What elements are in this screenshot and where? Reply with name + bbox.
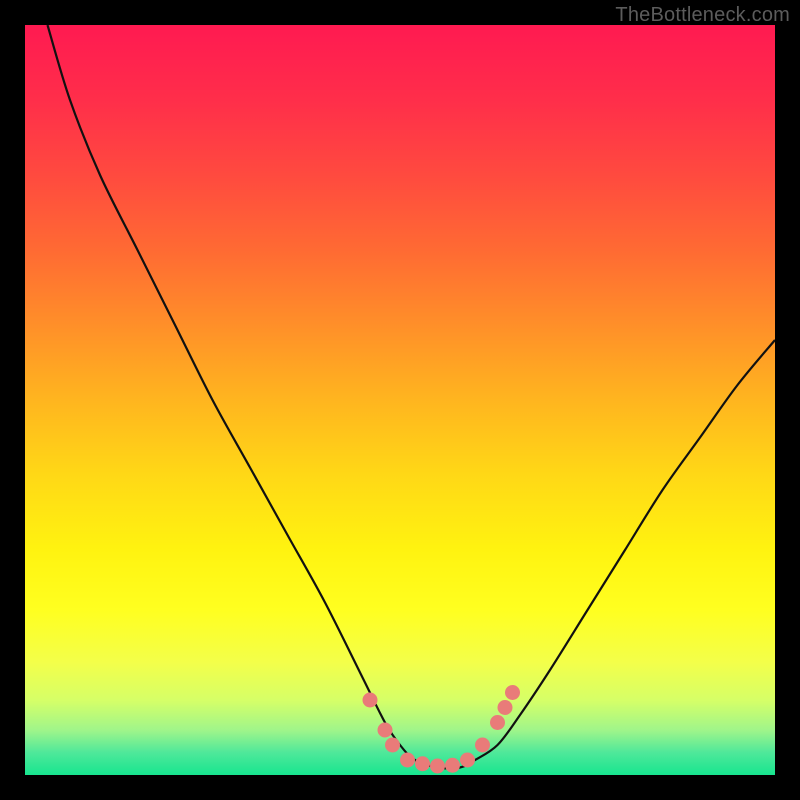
watermark-text: TheBottleneck.com	[615, 4, 790, 27]
curve-marker	[490, 715, 505, 730]
curve-marker	[385, 738, 400, 753]
curve-marker	[475, 738, 490, 753]
curve-marker	[460, 753, 475, 768]
curve-marker	[363, 693, 378, 708]
curve-markers	[363, 685, 521, 774]
curve-marker	[505, 685, 520, 700]
curve-marker	[415, 756, 430, 771]
curve-layer	[25, 25, 775, 775]
chart-frame: TheBottleneck.com	[0, 0, 800, 800]
curve-marker	[400, 753, 415, 768]
plot-area	[25, 25, 775, 775]
bottleneck-curve	[48, 25, 776, 768]
curve-marker	[378, 723, 393, 738]
curve-marker	[498, 700, 513, 715]
curve-marker	[430, 759, 445, 774]
curve-marker	[445, 758, 460, 773]
